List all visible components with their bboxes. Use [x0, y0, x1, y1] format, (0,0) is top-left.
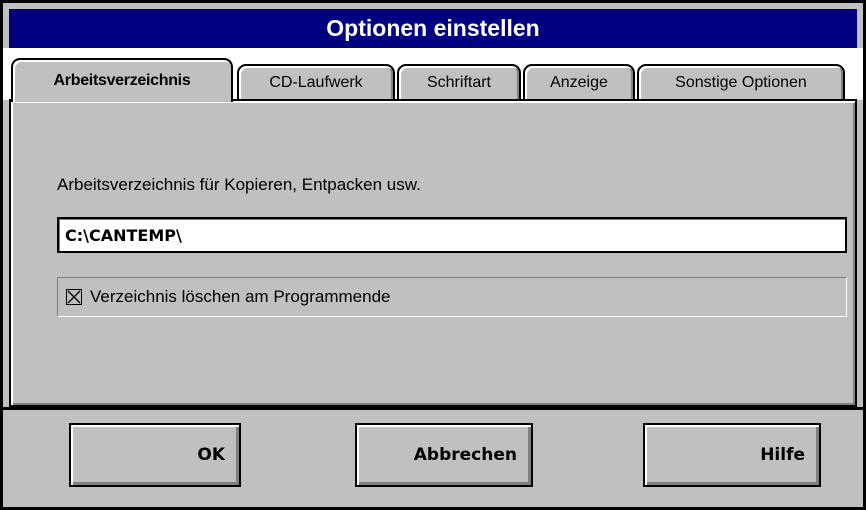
ok-button[interactable]: OK	[69, 423, 241, 487]
tab-strip: Arbeitsverzeichnis CD-Laufwerk Schriftar…	[3, 48, 863, 102]
button-separator	[3, 407, 863, 410]
delete-on-exit-label: Verzeichnis löschen am Programmende	[90, 287, 391, 306]
help-button[interactable]: Hilfe	[643, 423, 821, 487]
delete-on-exit-checkbox[interactable]	[66, 289, 82, 305]
tab-panel: Arbeitsverzeichnis für Kopieren, Entpack…	[9, 99, 857, 407]
delete-on-exit-option[interactable]: Verzeichnis löschen am Programmende	[57, 277, 847, 317]
options-dialog: Optionen einstellen Arbeitsverzeichnis C…	[0, 0, 866, 510]
tab-anzeige[interactable]: Anzeige	[523, 64, 635, 100]
tab-cd-laufwerk[interactable]: CD-Laufwerk	[237, 64, 395, 100]
window-title: Optionen einstellen	[326, 15, 540, 41]
directory-label: Arbeitsverzeichnis für Kopieren, Entpack…	[57, 175, 421, 194]
tab-schriftart[interactable]: Schriftart	[397, 64, 521, 100]
check-x-icon	[67, 290, 81, 304]
directory-input[interactable]	[57, 217, 847, 253]
tab-arbeitsverzeichnis[interactable]: Arbeitsverzeichnis	[11, 58, 233, 102]
cancel-button[interactable]: Abbrechen	[355, 423, 533, 487]
title-bar: Optionen einstellen	[9, 9, 857, 48]
tab-sonstige-optionen[interactable]: Sonstige Optionen	[637, 64, 845, 100]
